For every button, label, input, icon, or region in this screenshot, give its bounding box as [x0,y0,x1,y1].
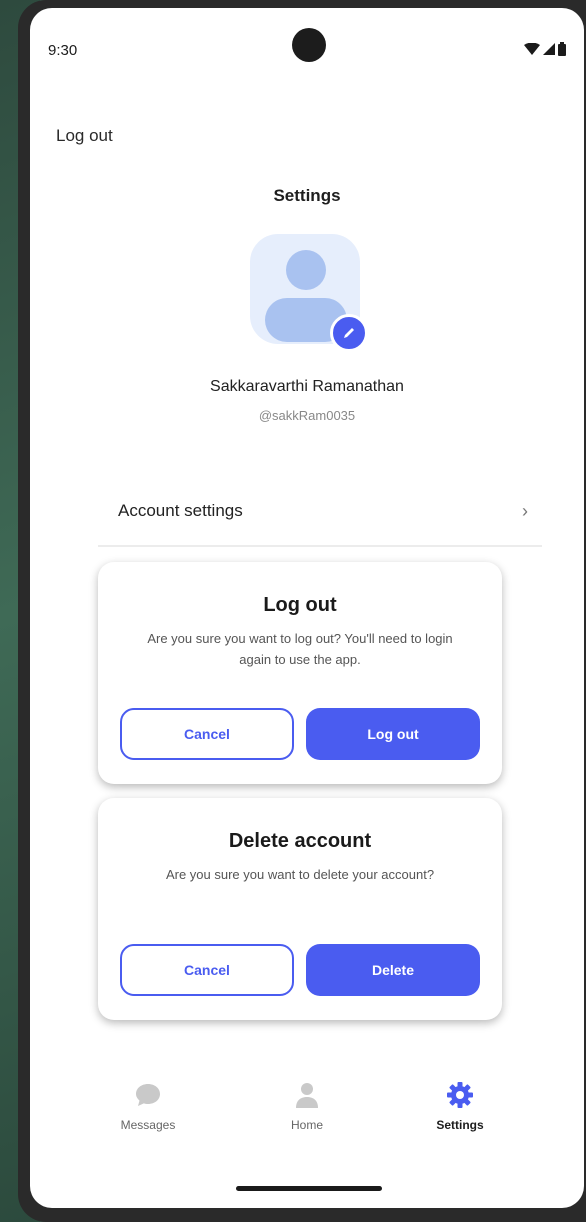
signal-icon [543,43,555,55]
nav-label-home: Home [290,1118,323,1132]
status-icons [524,42,566,56]
phone-screen: 9:30 Log out Settings Sakkaravarthi Rama… [30,8,584,1208]
wifi-icon [524,43,540,55]
nav-label-messages: Messages [120,1118,176,1132]
logout-confirm-button[interactable]: Log out [306,708,480,760]
delete-cancel-button[interactable]: Cancel [120,944,294,996]
delete-confirm-button[interactable]: Delete [306,944,480,996]
logout-dialog-title: Log out [263,594,337,616]
phone-frame: 9:30 Log out Settings Sakkaravarthi Rama… [18,0,586,1222]
edit-avatar-button[interactable] [330,314,368,352]
nav-label-settings: Settings [436,1118,484,1132]
battery-icon [558,42,566,56]
gear-icon [447,1082,473,1108]
nav-item-messages[interactable]: Messages [78,1078,218,1132]
logout-dialog-message: Are you sure you want to log out? You'll… [147,631,453,667]
divider [98,545,542,547]
nav-item-settings[interactable]: Settings [390,1078,530,1132]
home-indicator[interactable] [236,1186,382,1191]
logout-cancel-button[interactable]: Cancel [120,708,294,760]
logout-link[interactable]: Log out [56,126,113,146]
user-handle: @sakkRam0035 [258,408,356,423]
delete-dialog-message: Are you sure you want to delete your acc… [165,867,435,882]
account-settings-label: Account settings [118,501,243,520]
avatar-head [286,250,326,290]
page-title: Settings [273,186,341,205]
chevron-right-icon: › [522,500,528,521]
person-icon [296,1083,318,1108]
camera-cutout [292,28,326,62]
delete-account-dialog: Delete account Are you sure you want to … [98,798,502,1020]
status-time: 9:30 [48,42,78,59]
pencil-icon [344,328,354,338]
logout-dialog: Log out Are you sure you want to log out… [98,562,502,784]
bottom-nav: Messages Home Settings [30,1078,584,1158]
user-name: Sakkaravarthi Ramanathan [210,378,404,395]
nav-item-home[interactable]: Home [237,1078,377,1132]
account-settings-row[interactable]: Account settings › [118,478,542,544]
delete-dialog-title: Delete account [228,830,372,852]
chat-icon [136,1084,160,1106]
